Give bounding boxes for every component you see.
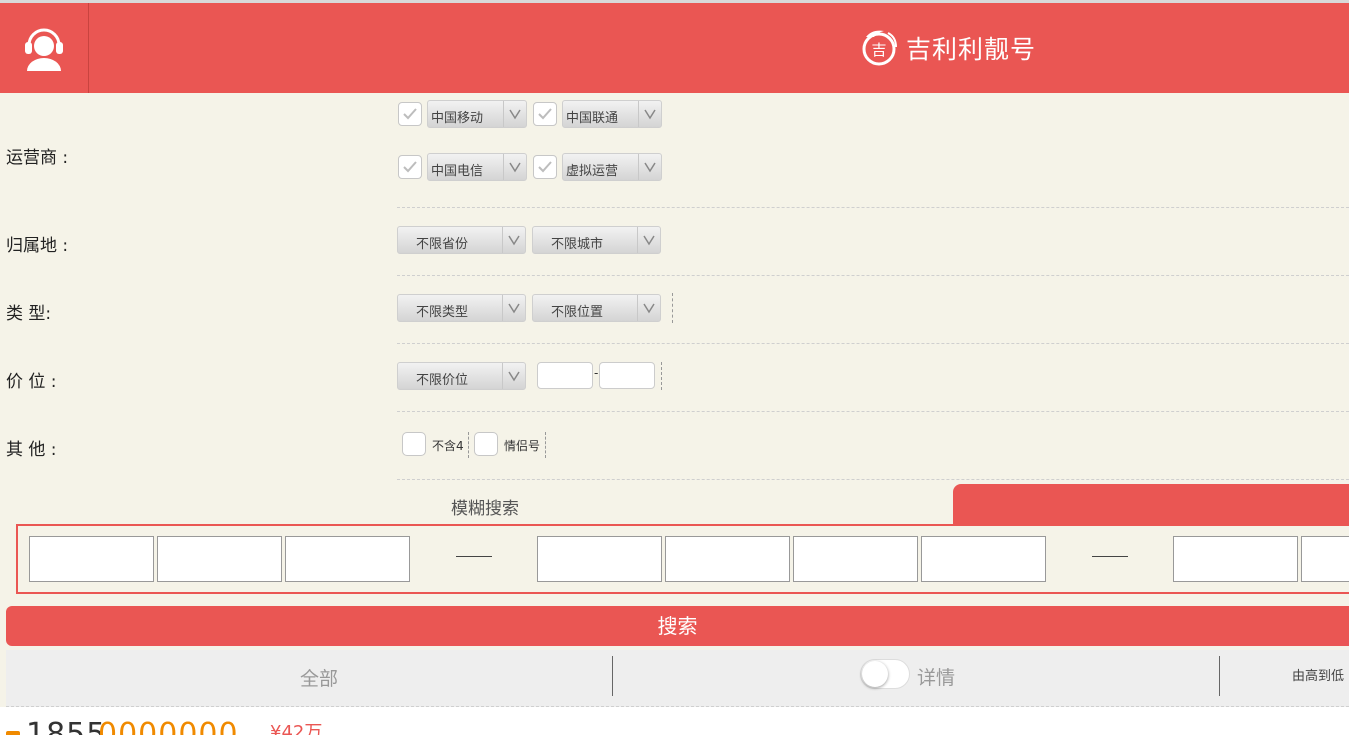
location-label: 归属地 : xyxy=(6,236,69,256)
carrier-checkbox-virtual[interactable] xyxy=(533,155,557,179)
carrier-checkbox-mobile[interactable] xyxy=(398,102,422,126)
chevron-down-icon xyxy=(508,235,520,246)
price-label: ¥42万 xyxy=(270,722,323,735)
search-button[interactable]: 搜索 xyxy=(6,606,1349,646)
couple-number-checkbox[interactable] xyxy=(474,432,498,456)
tag-icon xyxy=(6,731,20,735)
row-divider xyxy=(397,479,1349,480)
row-divider xyxy=(397,411,1349,412)
digit-input[interactable] xyxy=(793,536,918,582)
carrier-select-virtual[interactable]: 虚拟运营 xyxy=(562,153,662,181)
detail-label: 详情 xyxy=(917,667,956,689)
carrier-label: 运营商 : xyxy=(6,148,69,168)
type-select[interactable]: 不限类型 xyxy=(397,294,526,322)
row-divider xyxy=(397,207,1349,208)
separator xyxy=(545,432,546,458)
type-label: 类 型: xyxy=(6,304,52,324)
check-icon xyxy=(538,108,552,120)
brand-name: 吉利利靓号 xyxy=(906,35,1037,64)
group-separator xyxy=(456,556,492,557)
no-four-checkbox[interactable] xyxy=(402,432,426,456)
customer-service-button[interactable] xyxy=(0,3,89,93)
price-min-input[interactable] xyxy=(537,362,593,389)
price-label: 价 位 : xyxy=(6,372,57,392)
check-icon xyxy=(403,108,417,120)
chevron-down-icon xyxy=(644,162,656,173)
digit-input[interactable] xyxy=(921,536,1046,582)
digit-input[interactable] xyxy=(285,536,410,582)
separator xyxy=(468,432,469,458)
toggle-knob xyxy=(862,661,888,687)
position-select[interactable]: 不限位置 xyxy=(532,294,661,322)
dragon-logo-icon: 吉 xyxy=(862,30,897,66)
result-filter-bar xyxy=(6,650,1349,707)
carrier-checkbox-unicom[interactable] xyxy=(533,102,557,126)
number-prefix: 1855 xyxy=(26,717,107,735)
chevron-down-icon xyxy=(508,371,520,382)
carrier-checkbox-telecom[interactable] xyxy=(398,155,422,179)
couple-number-label: 情侣号 xyxy=(504,439,541,453)
row-divider xyxy=(397,275,1349,276)
no-four-label: 不含4 xyxy=(432,439,464,453)
number-suffix: 0000000 xyxy=(98,717,239,735)
province-select[interactable]: 不限省份 xyxy=(397,226,526,254)
sort-order-button[interactable]: 由高到低 xyxy=(1292,665,1344,684)
chevron-down-icon xyxy=(644,109,656,120)
result-list-item[interactable]: 1855 0000000 ¥42万 xyxy=(0,707,1349,735)
digit-input[interactable] xyxy=(157,536,282,582)
carrier-select-mobile[interactable]: 中国移动 xyxy=(427,100,527,128)
digit-input[interactable] xyxy=(29,536,154,582)
svg-text:吉: 吉 xyxy=(871,41,886,59)
carrier-select-unicom[interactable]: 中国联通 xyxy=(562,100,662,128)
detail-toggle[interactable] xyxy=(860,659,910,689)
tab-exact-search[interactable] xyxy=(953,484,1349,524)
all-filter-button[interactable]: 全部 xyxy=(300,664,338,691)
other-label: 其 他 : xyxy=(6,440,57,460)
check-icon xyxy=(538,161,552,173)
digit-input[interactable] xyxy=(537,536,662,582)
city-select[interactable]: 不限城市 xyxy=(532,226,661,254)
chevron-down-icon xyxy=(509,109,521,120)
separator xyxy=(661,362,662,390)
digit-input[interactable] xyxy=(1301,536,1349,582)
separator xyxy=(1219,656,1220,696)
check-icon xyxy=(403,161,417,173)
group-separator xyxy=(1092,556,1128,557)
price-range-separator: - xyxy=(594,366,599,380)
price-max-input[interactable] xyxy=(599,362,655,389)
carrier-select-telecom[interactable]: 中国电信 xyxy=(427,153,527,181)
chevron-down-icon xyxy=(643,303,655,314)
headset-user-icon xyxy=(25,28,63,71)
chevron-down-icon xyxy=(643,235,655,246)
separator xyxy=(672,293,673,323)
chevron-down-icon xyxy=(508,303,520,314)
brand-logo: 吉 吉利利靓号 xyxy=(858,27,1036,69)
row-divider xyxy=(397,343,1349,344)
separator xyxy=(612,656,613,696)
price-select[interactable]: 不限价位 xyxy=(397,362,526,390)
tab-fuzzy-search[interactable]: 模糊搜索 xyxy=(451,494,519,519)
chevron-down-icon xyxy=(509,162,521,173)
header-bar: 吉 吉利利靓号 xyxy=(0,3,1349,93)
digit-input[interactable] xyxy=(1173,536,1298,582)
digit-input[interactable] xyxy=(665,536,790,582)
